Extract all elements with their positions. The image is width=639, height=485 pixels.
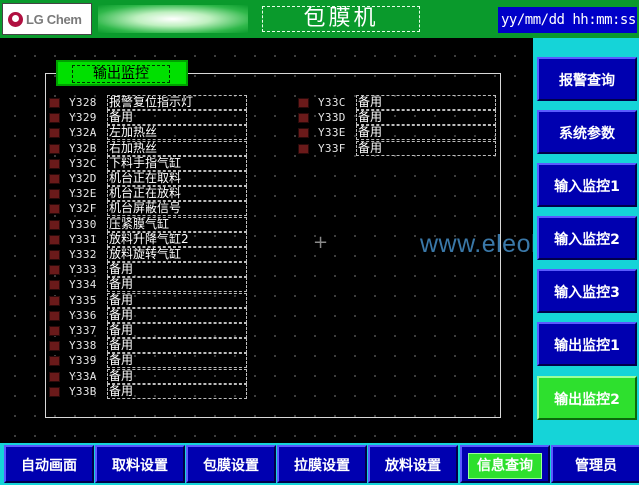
output-description: 放料旋转气缸 [107, 247, 247, 262]
output-address: Y33E [318, 126, 346, 140]
pick-settings-button[interactable]: 取料设置 [95, 445, 185, 483]
output-address: Y338 [69, 339, 97, 353]
output-address: Y329 [69, 111, 97, 125]
output-status-led-icon [298, 98, 309, 108]
output-status-led-icon [298, 128, 309, 139]
output-description: 机台屏蔽信号 [107, 201, 247, 217]
output-description: 备用 [356, 140, 496, 156]
output-address: Y337 [69, 324, 97, 337]
output-address: Y33D [318, 111, 346, 125]
output-status-led-icon [49, 265, 60, 276]
logo-text: LG Chem [26, 11, 82, 27]
output-status-led-icon [49, 250, 60, 260]
output-description: 机台正在取料 [107, 171, 247, 186]
output-address: Y32E [69, 187, 97, 201]
output-status-led-icon [49, 386, 60, 397]
output-description: 备用 [356, 125, 496, 141]
output-status-led-icon [49, 158, 60, 169]
output-monitor-2-button[interactable]: 输出监控2 [537, 376, 637, 420]
output-status-led-icon [298, 143, 309, 154]
output-address: Y331 [69, 232, 97, 246]
output-description: 右加热丝 [107, 140, 247, 156]
output-status-led-icon [49, 143, 60, 154]
output-status-led-icon [49, 98, 60, 108]
output-description: 左加热丝 [107, 125, 247, 141]
alarm-query-button[interactable]: 报警查询 [537, 57, 637, 101]
output-address: Y32F [69, 202, 97, 216]
output-status-led-icon [49, 326, 60, 336]
output-status-led-icon [49, 234, 60, 245]
output-address: Y339 [69, 354, 97, 368]
input-monitor-2-button[interactable]: 输入监控2 [537, 216, 637, 260]
output-status-led-icon [49, 128, 60, 139]
output-address: Y32D [69, 172, 97, 185]
output-description: 机台正在放料 [107, 186, 247, 202]
output-status-led-icon [49, 356, 60, 367]
output-address: Y32C [69, 156, 97, 170]
output-address: Y330 [69, 217, 97, 231]
auto-screen-button[interactable]: 自动画面 [4, 445, 94, 483]
output-description: 备用 [356, 95, 496, 110]
output-description: 放料升降气缸2 [107, 231, 247, 247]
output-description: 备用 [107, 353, 247, 369]
input-monitor-3-button[interactable]: 输入监控3 [537, 269, 637, 313]
wrap-settings-button[interactable]: 包膜设置 [186, 445, 276, 483]
group-title-label: 输出监控 [72, 65, 170, 83]
info-query-button[interactable]: 信息查询 [460, 445, 550, 483]
output-status-led-icon [49, 174, 60, 184]
header-glow-decoration [98, 5, 248, 33]
page-title: 包膜机 [262, 6, 420, 32]
output-address: Y335 [69, 293, 97, 307]
output-address: Y328 [69, 96, 97, 109]
output-address: Y33C [318, 96, 346, 109]
output-description: 备用 [107, 262, 247, 278]
system-params-button[interactable]: 系统参数 [537, 110, 637, 154]
output-status-led-icon [49, 371, 60, 382]
output-status-led-icon [49, 295, 60, 306]
output-description: 备用 [107, 383, 247, 399]
output-description: 备用 [356, 110, 496, 126]
output-address: Y32B [69, 141, 97, 155]
output-address: Y332 [69, 248, 97, 261]
output-address: Y333 [69, 263, 97, 277]
output-address: Y336 [69, 308, 97, 322]
output-address: Y33A [69, 369, 97, 383]
output-description: 压紧膜气缸 [107, 216, 247, 232]
output-status-led-icon [49, 189, 60, 200]
output-description: 备用 [107, 110, 247, 126]
info-query-label: 信息查询 [468, 453, 542, 479]
output-status-led-icon [49, 219, 60, 230]
group-title-badge: 输出监控 [56, 60, 188, 86]
output-address: Y334 [69, 278, 97, 292]
company-logo: LG Chem [2, 3, 92, 35]
output-status-led-icon [49, 280, 60, 291]
output-address: Y33F [318, 141, 346, 155]
output-address: Y33B [69, 384, 97, 398]
output-status-led-icon [49, 113, 60, 124]
output-description: 备用 [107, 307, 247, 323]
output-description: 备用 [107, 368, 247, 384]
date-time-display: yy/mm/dd hh:mm:ss [498, 7, 637, 33]
output-description: 下料手指气缸 [107, 155, 247, 171]
pull-film-settings-button[interactable]: 拉膜设置 [277, 445, 367, 483]
output-monitor-1-button[interactable]: 输出监控1 [537, 322, 637, 366]
output-description: 备用 [107, 277, 247, 293]
place-settings-button[interactable]: 放料设置 [368, 445, 458, 483]
output-description: 备用 [107, 323, 247, 338]
output-status-led-icon [49, 310, 60, 321]
output-status-led-icon [49, 204, 60, 215]
output-description: 备用 [107, 292, 247, 308]
output-description: 报警复位指示灯 [107, 95, 247, 110]
lg-logo-icon [8, 11, 23, 27]
input-monitor-1-button[interactable]: 输入监控1 [537, 163, 637, 207]
output-status-led-icon [49, 341, 60, 352]
output-status-led-icon [298, 113, 309, 124]
output-address: Y32A [69, 126, 97, 140]
admin-button[interactable]: 管理员 [551, 445, 639, 483]
crosshair-icon: + [313, 232, 329, 253]
output-description: 备用 [107, 338, 247, 354]
